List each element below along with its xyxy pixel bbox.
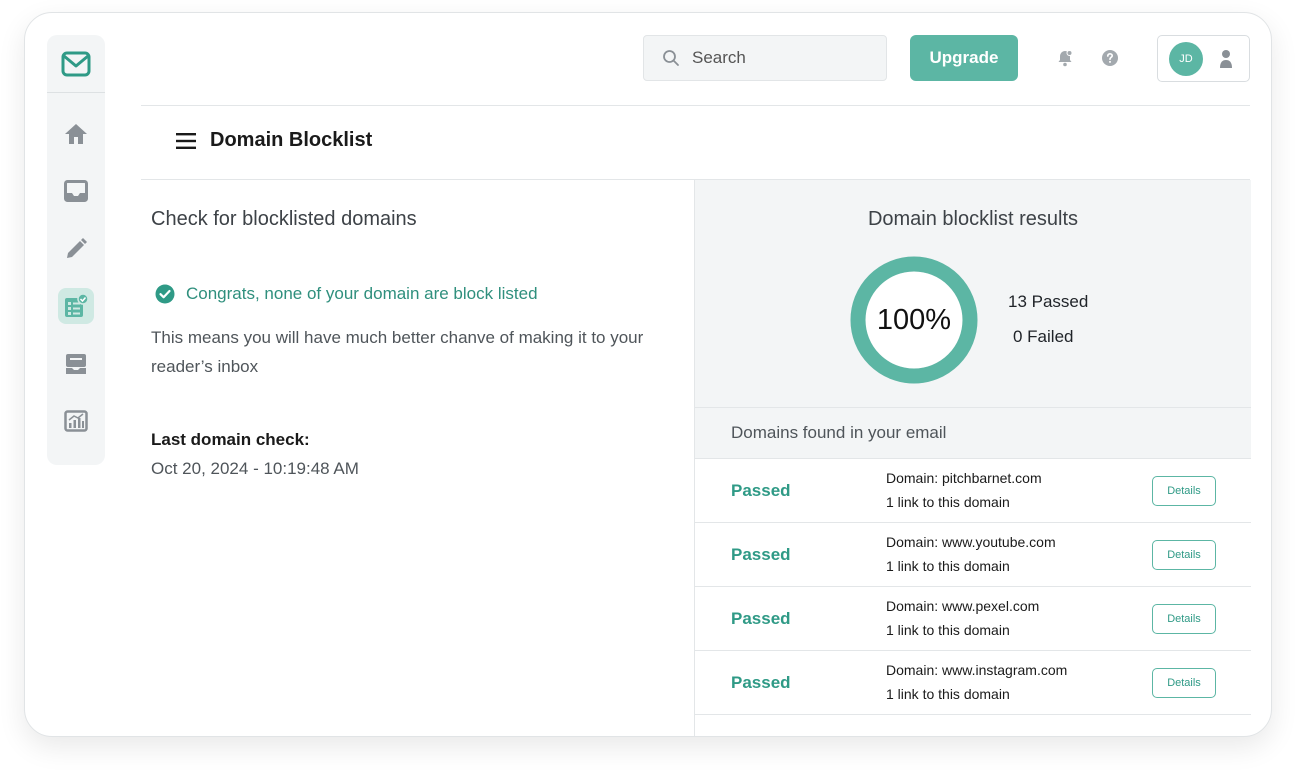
results-title: Domain blocklist results: [867, 208, 1079, 230]
domain-row: Passed Domain: www.youtube.com 1 link to…: [695, 523, 1251, 587]
passed-count: 13 Passed: [1008, 292, 1089, 311]
sidebar-divider: [47, 92, 105, 93]
mail-logo-icon: [61, 51, 91, 77]
congrats-message: Congrats, none of your domain are block …: [155, 284, 538, 304]
domain-status: Passed: [731, 609, 791, 628]
domain-row: Passed Domain: www.instagram.com 1 link …: [695, 651, 1251, 715]
domain-name: Domain: pitchbarnet.com: [886, 470, 1042, 486]
domain-row: Passed Domain: www.pexel.com 1 link to t…: [695, 587, 1251, 651]
analytics-icon: [64, 410, 88, 432]
domain-row: Passed Domain: pitchbarnet.com 1 link to…: [695, 459, 1251, 523]
help-icon: [1102, 50, 1118, 66]
avatar[interactable]: JD: [1169, 42, 1203, 76]
header-divider: [141, 105, 1250, 106]
results-panel: Domain blocklist results 100% 13 Passed …: [694, 180, 1251, 736]
domain-link-count: 1 link to this domain: [886, 686, 1010, 702]
page-header: Domain Blocklist: [175, 129, 372, 152]
search-box[interactable]: [643, 35, 887, 81]
congrats-text: Congrats, none of your domain are block …: [186, 284, 538, 303]
sidebar-item-compose[interactable]: [58, 231, 94, 267]
checklist-icon: [65, 293, 89, 317]
sidebar-item-tray[interactable]: [58, 346, 94, 382]
user-icon: [1220, 50, 1232, 68]
details-button[interactable]: Details: [1152, 540, 1216, 570]
domain-link-count: 1 link to this domain: [886, 622, 1010, 638]
domain-status: Passed: [731, 673, 791, 692]
last-check-timestamp: Oct 20, 2024 - 10:19:48 AM: [151, 459, 359, 478]
last-check-label: Last domain check:: [151, 430, 310, 449]
details-button[interactable]: Details: [1152, 668, 1216, 698]
sidebar-item-inbox[interactable]: [58, 173, 94, 209]
domain-link-count: 1 link to this domain: [886, 558, 1010, 574]
tray-icon: [66, 354, 86, 374]
domain-name: Domain: www.pexel.com: [886, 598, 1040, 614]
bell-icon: [1058, 50, 1073, 67]
domain-status: Passed: [731, 545, 791, 564]
failed-count: 0 Failed: [1013, 327, 1074, 346]
hamburger-menu-icon[interactable]: [175, 132, 197, 150]
pencil-icon: [67, 238, 87, 258]
search-input[interactable]: [692, 48, 872, 68]
domain-name: Domain: www.youtube.com: [886, 534, 1056, 550]
domains-list: Passed Domain: pitchbarnet.com 1 link to…: [695, 459, 1251, 715]
sidebar: [47, 35, 105, 465]
details-button[interactable]: Details: [1152, 604, 1216, 634]
help-button[interactable]: [1101, 49, 1119, 67]
domain-link-count: 1 link to this domain: [886, 494, 1010, 510]
logo[interactable]: [47, 35, 105, 93]
sidebar-item-home[interactable]: [58, 116, 94, 152]
home-icon: [65, 124, 87, 144]
sidebar-item-blocklist[interactable]: [58, 288, 94, 324]
section-heading: Check for blocklisted domains: [151, 208, 417, 230]
domains-found-header: Domains found in your email: [695, 408, 1251, 459]
upgrade-button[interactable]: Upgrade: [910, 35, 1018, 81]
search-icon: [663, 50, 679, 66]
page-title: Domain Blocklist: [210, 129, 373, 151]
sidebar-item-analytics[interactable]: [58, 403, 94, 439]
domain-name: Domain: www.instagram.com: [886, 662, 1068, 678]
app-window: Upgrade JD Domain Blocklist Check: [24, 12, 1272, 737]
inbox-icon: [64, 180, 88, 202]
description-text: This means you will have much better cha…: [151, 328, 644, 376]
percent-label: 100%: [876, 303, 952, 336]
results-summary: Domain blocklist results 100% 13 Passed …: [695, 180, 1251, 408]
details-button[interactable]: Details: [1152, 476, 1216, 506]
check-circle-icon: [155, 284, 175, 304]
profile-menu[interactable]: JD: [1157, 35, 1250, 82]
domains-found-label: Domains found in your email: [731, 423, 947, 442]
domain-status: Passed: [731, 481, 791, 500]
notifications-button[interactable]: [1056, 49, 1074, 67]
